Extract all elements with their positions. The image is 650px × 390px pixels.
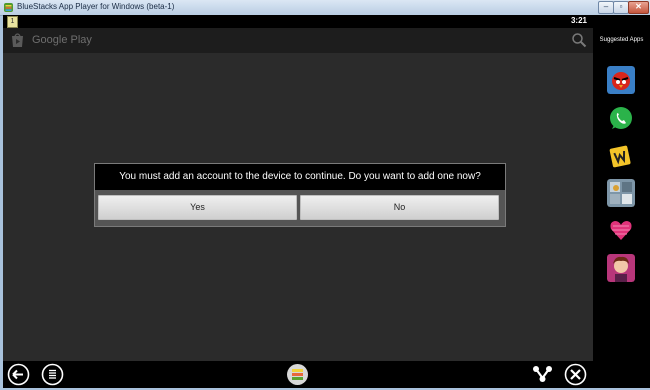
game-character-icon[interactable]: [607, 254, 635, 282]
dialog-button-bar: Yes No: [95, 190, 505, 226]
window-title: BlueStacks App Player for Windows (beta-…: [17, 2, 175, 11]
google-play-action-bar: Google Play: [3, 28, 593, 53]
minimize-button[interactable]: –: [598, 1, 614, 14]
app-title: Google Play: [32, 34, 92, 46]
status-bar: 1 3:21: [3, 15, 593, 28]
main-content: You must add an account to the device to…: [3, 53, 593, 361]
dialog-message: You must add an account to the device to…: [95, 164, 505, 190]
search-icon[interactable]: [571, 32, 587, 48]
restore-button[interactable]: ▫: [613, 1, 629, 14]
back-icon[interactable]: [7, 363, 30, 386]
menu-icon[interactable]: [41, 363, 64, 386]
notification-icon[interactable]: 1: [7, 16, 18, 28]
heart-app-icon[interactable]: [607, 216, 635, 244]
close-button[interactable]: ✕: [628, 1, 649, 14]
add-account-dialog: You must add an account to the device to…: [94, 163, 506, 227]
share-icon[interactable]: [531, 363, 554, 386]
app-window: BlueStacks App Player for Windows (beta-…: [0, 0, 650, 390]
settings-tools-icon[interactable]: [564, 363, 587, 386]
google-play-icon: [12, 33, 23, 47]
android-nav-bar: [3, 361, 593, 388]
angry-birds-icon[interactable]: [607, 66, 635, 94]
title-bar[interactable]: BlueStacks App Player for Windows (beta-…: [0, 0, 650, 16]
status-clock: 3:21: [570, 16, 587, 25]
suggested-apps-header: Suggested Apps: [599, 37, 644, 43]
words-with-friends-icon[interactable]: [607, 142, 635, 170]
no-button[interactable]: No: [300, 195, 499, 220]
tile-game-icon[interactable]: [607, 179, 635, 207]
android-screen: 1 3:21 Google Play You must add an accou…: [3, 15, 593, 388]
bluestacks-app-icon: [4, 3, 13, 12]
yes-button[interactable]: Yes: [98, 195, 297, 220]
bluestacks-home-icon[interactable]: [286, 363, 309, 386]
whatsapp-icon[interactable]: [607, 104, 635, 132]
suggested-apps-panel: Suggested Apps: [593, 15, 650, 388]
